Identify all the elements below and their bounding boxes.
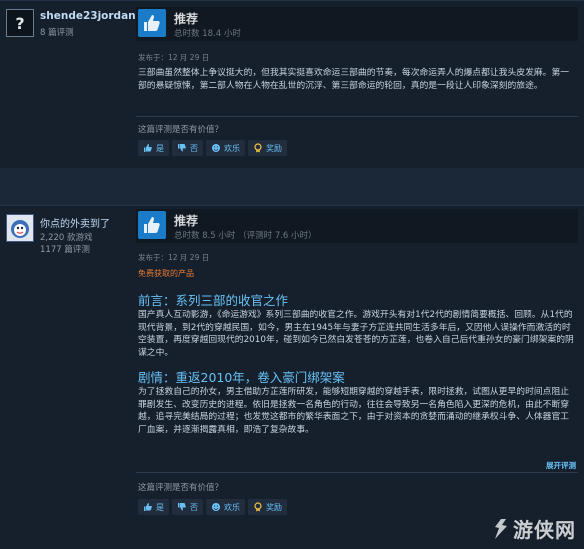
posted-date: 发布于：12 月 29 日 <box>138 253 210 262</box>
posted-date: 发布于：12 月 29 日 <box>138 53 210 62</box>
divider <box>136 116 578 117</box>
author-name[interactable]: 你点的外卖到了 <box>40 215 110 230</box>
section-heading: 剧情：重返2010年，卷入豪门绑架案 <box>138 370 345 385</box>
thumbs-up-icon <box>138 9 166 37</box>
vote-funny-label: 欢乐 <box>224 502 240 512</box>
vote-funny-label: 欢乐 <box>224 143 240 153</box>
helpful-question: 这篇评测是否有价值？ <box>138 483 224 493</box>
vote-header[interactable]: 推荐 总时数 18.4 小时 <box>136 7 578 41</box>
award-button[interactable]: 奖励 <box>248 140 287 156</box>
smile-icon <box>212 144 220 152</box>
divider <box>136 472 578 473</box>
review-content: 推荐 总时数 8.5 小时 （评测时 7.6 小时） 发布于：12 月 29 日… <box>136 206 584 549</box>
recommendation-title: 推荐 <box>174 214 199 228</box>
playtime-hours: 总时数 8.5 小时 （评测时 7.6 小时） <box>174 231 317 241</box>
vote-header[interactable]: 推荐 总时数 8.5 小时 （评测时 7.6 小时） <box>136 209 578 243</box>
text-fade <box>136 432 578 450</box>
vote-no-button[interactable]: 否 <box>172 499 203 515</box>
vote-yes-button[interactable]: 是 <box>138 140 169 156</box>
vote-no-button[interactable]: 否 <box>172 140 203 156</box>
author-review-count[interactable]: 1177 篇评测 <box>40 244 90 256</box>
thumbs-down-icon <box>178 503 186 511</box>
review-body: 三部曲虽然整体上争议挺大的，但我其实挺喜欢命运三部曲的节奏，每次命运弄人的爆点都… <box>138 68 570 91</box>
author-review-count[interactable]: 8 篇评测 <box>40 27 74 39</box>
recommendation-title: 推荐 <box>174 12 199 26</box>
review-card-2: 你点的外卖到了 2,220 款游戏 1177 篇评测 推荐 总时数 8.5 小时… <box>0 205 584 549</box>
thumbs-up-icon <box>138 211 166 239</box>
award-label: 奖励 <box>266 502 282 512</box>
watermark-icon <box>495 518 507 539</box>
thumbs-down-icon <box>178 144 186 152</box>
rating-buttons: 是 否 欢乐 奖励 <box>138 140 287 156</box>
vote-yes-button[interactable]: 是 <box>138 499 169 515</box>
playtime-hours: 总时数 18.4 小时 <box>174 29 241 39</box>
vote-no-label: 否 <box>190 143 198 153</box>
avatar[interactable]: ? <box>6 9 34 37</box>
thumbs-up-icon <box>144 144 152 152</box>
thumbs-up-icon <box>144 503 152 511</box>
vote-funny-button[interactable]: 欢乐 <box>206 499 245 515</box>
watermark-text: 游侠网 <box>513 518 576 542</box>
award-icon <box>254 143 262 153</box>
vote-no-label: 否 <box>190 502 198 512</box>
vote-funny-button[interactable]: 欢乐 <box>206 140 245 156</box>
expand-review-link[interactable]: 展开评测 <box>546 460 576 471</box>
section-heading: 前言：系列三部的收官之作 <box>138 293 289 308</box>
review-content: 推荐 总时数 18.4 小时 发布于：12 月 29 日 三部曲虽然整体上争议挺… <box>136 1 584 168</box>
vote-yes-label: 是 <box>156 143 164 153</box>
section-body: 国产真人互动影游，《命运游戏》系列三部曲的收官之作。游戏开头有对1代2代的剧情简… <box>138 310 574 358</box>
vote-yes-label: 是 <box>156 502 164 512</box>
author-games-count[interactable]: 2,220 款游戏 <box>40 232 93 244</box>
smile-icon <box>212 503 220 511</box>
award-icon <box>254 502 262 512</box>
author-name[interactable]: shende23jordan <box>40 10 136 22</box>
avatar[interactable] <box>6 214 34 242</box>
helpful-question: 这篇评测是否有价值？ <box>138 125 224 135</box>
free-product-tag: 免费获取的产品 <box>138 269 194 278</box>
award-label: 奖励 <box>266 143 282 153</box>
watermark-logo: 游侠网 <box>492 514 576 543</box>
review-card-1: ? shende23jordan 8 篇评测 推荐 总时数 18.4 小时 发布… <box>0 0 584 168</box>
rating-buttons: 是 否 欢乐 奖励 <box>138 499 287 515</box>
award-button[interactable]: 奖励 <box>248 499 287 515</box>
